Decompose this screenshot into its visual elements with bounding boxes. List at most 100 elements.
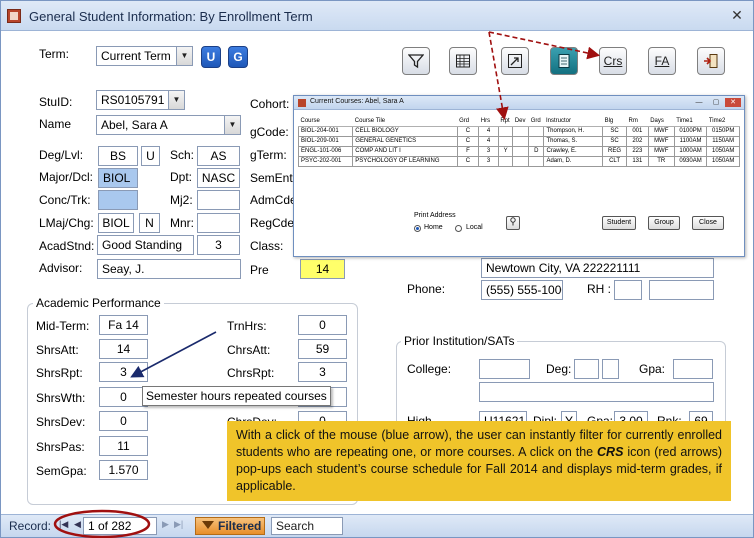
local-radio[interactable]	[455, 225, 462, 232]
filtered-button[interactable]: Filtered	[195, 517, 265, 535]
chrsatt-field[interactable]: 59	[298, 339, 347, 359]
deg-field[interactable]: BS	[98, 146, 138, 166]
first-record-icon[interactable]: |◀	[59, 519, 68, 530]
cell: TR	[647, 155, 675, 167]
prior-deg-code-field[interactable]	[602, 359, 619, 379]
filter-button[interactable]	[402, 47, 430, 75]
prior-deg-field[interactable]	[574, 359, 599, 379]
name-select[interactable]: Abel, Sara A ▼	[96, 115, 241, 135]
grid-report-icon	[456, 54, 470, 68]
sch-field[interactable]: AS	[197, 146, 240, 166]
previous-record-icon[interactable]: ◀	[74, 519, 81, 530]
courses-table: Course Course Tile Grd Hrs Rpt Dev Grd I…	[297, 116, 740, 167]
cell: REG	[602, 145, 627, 157]
cell: 1000AM	[673, 145, 708, 157]
shrspas-field[interactable]: 11	[99, 436, 148, 456]
mj2-field[interactable]	[197, 190, 240, 210]
home-radio[interactable]	[414, 225, 421, 232]
exit-button[interactable]	[697, 47, 725, 75]
college-name-field[interactable]	[479, 382, 714, 402]
crs-button[interactable]: Crs	[599, 47, 627, 75]
student-button[interactable]: Student	[602, 216, 636, 230]
pre-field[interactable]: 14	[300, 259, 345, 279]
trnhrs-field[interactable]: 0	[298, 315, 347, 335]
fa-button[interactable]: FA	[648, 47, 676, 75]
group-button[interactable]: Group	[648, 216, 680, 230]
table-row[interactable]: BIOL-209-001 GENERAL GENETICS C 4 Thomas…	[297, 135, 740, 147]
shrswth-field[interactable]: 0	[99, 387, 148, 407]
shrsrpt-field[interactable]: 3	[99, 362, 148, 382]
table-row[interactable]: ENGL-101-006 COMP AND LIT I F 3 Y D Craw…	[297, 145, 740, 157]
report-button[interactable]	[449, 47, 477, 75]
mnr-field[interactable]	[197, 213, 240, 233]
maximize-icon[interactable]: ▢	[709, 98, 723, 107]
prior-gpa-field[interactable]	[673, 359, 713, 379]
dpt-field[interactable]: NASC	[197, 168, 240, 188]
city-state-field[interactable]: Newtown City, VA 222221111	[481, 258, 714, 278]
table-row[interactable]: PSYC-202-001 PSYCHOLOGY OF LEARNING C 3 …	[297, 155, 740, 167]
term-select[interactable]: Current Term ▼	[96, 46, 193, 66]
undergrad-button[interactable]: U	[201, 46, 221, 68]
chevron-down-icon[interactable]: ▼	[168, 91, 184, 109]
cell: 3	[478, 145, 499, 157]
search-input[interactable]: Search	[271, 517, 343, 535]
export-button[interactable]	[501, 47, 529, 75]
cell: 202	[625, 135, 649, 147]
shrsdev-field[interactable]: 0	[99, 411, 148, 431]
phone-field[interactable]: (555) 555-1000	[481, 280, 563, 300]
semgpa-label: SemGpa:	[36, 464, 87, 478]
col-course: Course	[298, 116, 353, 127]
major-field[interactable]: BIOL	[98, 168, 138, 188]
sement-label: SemEnt:	[250, 171, 297, 185]
cell	[497, 155, 514, 167]
lvl-field[interactable]: U	[141, 146, 160, 166]
lmaj-field[interactable]: BIOL	[98, 213, 134, 233]
conc-field[interactable]	[98, 190, 138, 210]
close-button[interactable]: Close	[692, 216, 724, 230]
cell: MWF	[647, 125, 675, 137]
term-label: Term:	[39, 47, 69, 61]
stuid-select[interactable]: RS0105791 ▼	[96, 90, 185, 110]
cell: 131	[625, 155, 649, 167]
next-record-icon[interactable]: ▶	[162, 519, 169, 530]
minimize-icon[interactable]: —	[692, 98, 706, 107]
advisor-field[interactable]: Seay, J.	[97, 259, 241, 279]
cell: C	[456, 135, 480, 147]
last-record-icon[interactable]: ▶|	[174, 519, 183, 530]
notes-button[interactable]	[550, 47, 578, 75]
rh-phone-field[interactable]	[649, 280, 714, 300]
cell: MWF	[647, 145, 675, 157]
close-icon[interactable]: ✕	[727, 6, 747, 24]
semgpa-field[interactable]: 1.570	[99, 460, 148, 480]
cell: 1150AM	[706, 135, 740, 147]
popup-title: Current Courses: Abel, Sara A	[310, 98, 404, 105]
shrspas-label: ShrsPas:	[36, 440, 85, 454]
chrsrpt-field[interactable]: 3	[298, 362, 347, 382]
current-courses-popup: Current Courses: Abel, Sara A — ▢ ✕ Cour…	[293, 95, 745, 257]
col-rm: Rm	[626, 116, 649, 127]
notebook-icon	[558, 54, 570, 68]
cell: D	[528, 145, 545, 157]
cell: Thomas, S.	[543, 135, 604, 147]
chg-field[interactable]: N	[139, 213, 160, 233]
cell: Crawley, E.	[543, 145, 604, 157]
graduate-button[interactable]: G	[228, 46, 248, 68]
close-icon[interactable]: ✕	[725, 98, 741, 107]
midterm-field[interactable]: Fa 14	[99, 315, 148, 335]
acadstnd-code-field[interactable]: 3	[197, 235, 240, 255]
print-button[interactable]	[506, 216, 520, 230]
col-days: Days	[648, 116, 675, 127]
record-number-field[interactable]: 1 of 282	[83, 517, 157, 535]
college-field[interactable]	[479, 359, 530, 379]
rh-field[interactable]	[614, 280, 642, 300]
mj2-label: Mj2:	[170, 193, 193, 207]
cell: 1100AM	[673, 135, 708, 147]
acadstnd-label: AcadStnd:	[39, 239, 95, 253]
chevron-down-icon[interactable]: ▼	[224, 116, 240, 134]
cell	[512, 145, 530, 157]
chevron-down-icon[interactable]: ▼	[176, 47, 192, 65]
table-row[interactable]: BIOL-204-001 CELL BIOLOGY C 4 Thompson, …	[297, 125, 740, 137]
export-icon	[508, 54, 522, 68]
acadstnd-field[interactable]: Good Standing	[97, 235, 194, 255]
shrsatt-field[interactable]: 14	[99, 339, 148, 359]
